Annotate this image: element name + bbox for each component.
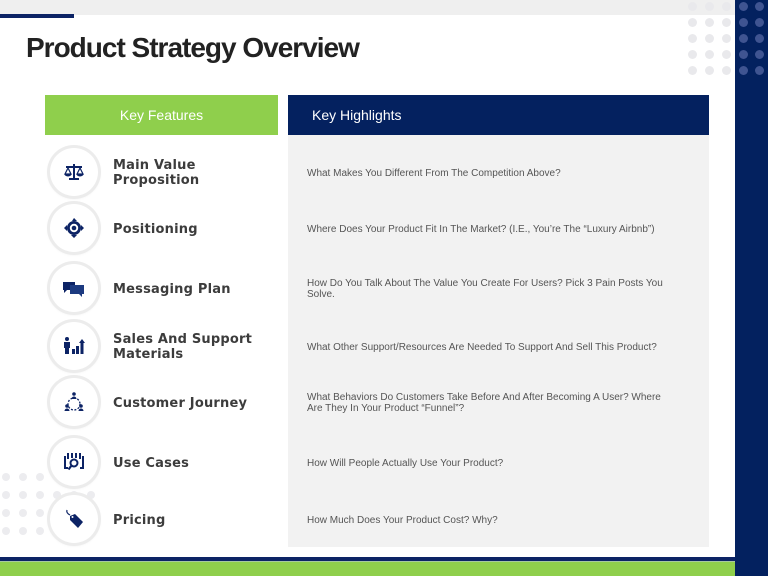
highlight-text: What Other Support/Resources Are Needed …	[307, 341, 657, 353]
decorative-dots-top-right	[688, 2, 731, 75]
table-row: Pricing How Much Does Your Product Cost?…	[45, 491, 709, 549]
key-features-header: Key Features	[45, 95, 278, 135]
person-growth-chart-icon	[64, 337, 85, 354]
highlight-text: Where Does Your Product Fit In The Marke…	[307, 223, 655, 235]
highlight-text: How Will People Actually Use Your Produc…	[307, 457, 504, 469]
top-strip	[0, 0, 735, 15]
table-row: Main Value Proposition What Makes You Di…	[45, 144, 709, 202]
footer-green-bar	[0, 561, 735, 576]
network-people-icon	[64, 392, 84, 411]
icon-badge	[50, 148, 98, 196]
scales-icon	[64, 164, 84, 180]
page-title: Product Strategy Overview	[26, 32, 360, 63]
icon-badge	[50, 204, 98, 252]
right-decorative-band	[735, 0, 768, 576]
feature-label: Sales And Support Materials	[113, 332, 253, 362]
table-row: Positioning Where Does Your Product Fit …	[45, 200, 709, 258]
icon-badge	[50, 378, 98, 426]
feature-label: Customer Journey	[113, 395, 248, 411]
top-accent-bar	[0, 14, 74, 18]
feature-label: Positioning	[113, 221, 198, 237]
feature-label: Main Value Proposition	[113, 158, 200, 188]
highlight-text: How Much Does Your Product Cost? Why?	[307, 514, 498, 526]
price-tag-icon	[66, 509, 83, 528]
highlight-text: How Do You Talk About The Value You Crea…	[307, 278, 663, 300]
icon-badge	[50, 438, 98, 486]
table-row: Customer Journey What Behaviors Do Custo…	[45, 374, 709, 432]
icon-badge	[50, 322, 98, 370]
icon-badge	[50, 495, 98, 543]
decorative-dots-band	[739, 2, 764, 75]
target-icon	[64, 218, 84, 238]
feature-label: Use Cases	[113, 455, 190, 471]
table-row: Use Cases How Will People Actually Use Y…	[45, 434, 709, 492]
table-row: Sales And Support Materials What Other S…	[45, 318, 709, 376]
icon-badge	[50, 264, 98, 312]
feature-label: Pricing	[113, 512, 166, 528]
highlight-text: What Behaviors Do Customers Take Before …	[307, 392, 661, 414]
highlight-text: What Makes You Different From The Compet…	[307, 167, 561, 179]
chat-bubbles-icon	[63, 282, 84, 297]
search-analysis-icon	[64, 453, 84, 471]
key-highlights-header: Key Highlights	[288, 95, 709, 135]
table-row: Messaging Plan How Do You Talk About The…	[45, 260, 709, 318]
feature-label: Messaging Plan	[113, 281, 231, 297]
